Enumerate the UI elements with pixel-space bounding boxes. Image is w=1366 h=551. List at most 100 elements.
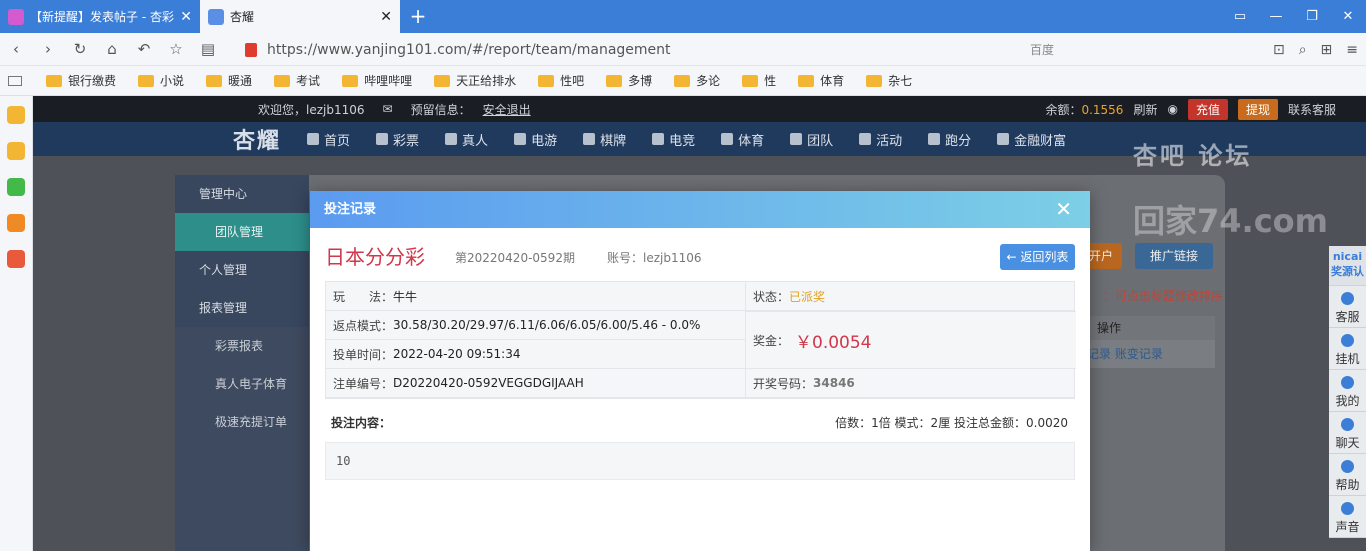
- bookmark-item[interactable]: 多论: [674, 72, 720, 89]
- bookmark-item[interactable]: 性: [742, 72, 776, 89]
- search-icon[interactable]: ⌕: [1299, 42, 1307, 58]
- float-button[interactable]: 帮助: [1329, 454, 1366, 496]
- nav-item[interactable]: 活动: [859, 130, 902, 149]
- apps-icon[interactable]: ⊞: [1321, 42, 1333, 58]
- bookmark-item[interactable]: 杂七: [866, 72, 912, 89]
- float-button[interactable]: 客服: [1329, 286, 1366, 328]
- nav-item[interactable]: 电游: [514, 130, 557, 149]
- home-icon[interactable]: ⌂: [96, 40, 128, 58]
- service-link[interactable]: 联系客服: [1288, 101, 1336, 118]
- menu-group-personal[interactable]: 个人管理: [175, 251, 309, 289]
- bookmark-item[interactable]: 体育: [798, 72, 844, 89]
- top-info-bar: 欢迎您，lezjb1106 ✉ 预留信息： 安全退出 余额：0.1556 刷新 …: [33, 96, 1366, 122]
- crop-icon[interactable]: ⊡: [1273, 42, 1285, 58]
- mail-icon[interactable]: ✉: [383, 102, 393, 116]
- menu-item-live-report[interactable]: 真人电子体育: [175, 365, 309, 403]
- menu-group-management[interactable]: 管理中心: [175, 175, 309, 213]
- nav-item[interactable]: 棋牌: [583, 130, 626, 149]
- promo-link-button[interactable]: 推广链接: [1135, 243, 1213, 269]
- order-label: 注单编号：: [333, 376, 394, 391]
- nav-item[interactable]: 彩票: [376, 130, 419, 149]
- tab-list-icon[interactable]: ▭: [1222, 0, 1258, 33]
- float-button[interactable]: 声音: [1329, 496, 1366, 538]
- bookmark-item[interactable]: 暖通: [206, 72, 252, 89]
- lock-icon: [245, 42, 257, 57]
- bookmark-label: 考试: [296, 74, 321, 88]
- forward-icon[interactable]: ›: [32, 40, 64, 58]
- window-close-icon[interactable]: ✕: [1330, 0, 1366, 33]
- close-icon[interactable]: ✕: [180, 9, 192, 25]
- reload-icon[interactable]: ↻: [64, 40, 96, 58]
- tab-forum[interactable]: 【新提醒】发表帖子 - 杏彩 ✕: [0, 0, 200, 33]
- nav-item[interactable]: 电竞: [652, 130, 695, 149]
- float-icon: [1341, 334, 1354, 347]
- nav-item[interactable]: 首页: [307, 130, 350, 149]
- bookmark-item[interactable]: 小说: [138, 72, 184, 89]
- nav-item[interactable]: 真人: [445, 130, 488, 149]
- face-icon[interactable]: [7, 178, 25, 196]
- charge-button[interactable]: 充值: [1187, 98, 1228, 120]
- bookmark-item[interactable]: 哔哩哔哩: [342, 72, 412, 89]
- reader-icon[interactable]: ▤: [192, 40, 224, 58]
- star-icon[interactable]: ☆: [160, 40, 192, 58]
- float-icon: [1341, 418, 1354, 431]
- menu-item-lottery-report[interactable]: 彩票报表: [175, 327, 309, 365]
- nav-icon: [652, 133, 665, 145]
- float-button[interactable]: 聊天: [1329, 412, 1366, 454]
- bookmark-item[interactable]: 银行缴费: [46, 72, 116, 89]
- float-label: 聊天: [1335, 436, 1360, 450]
- bookmark-label: 暖通: [228, 74, 253, 88]
- nicai-badge[interactable]: nicai 奖源认: [1329, 246, 1366, 286]
- sidebar-toggle-icon[interactable]: [8, 75, 22, 86]
- win-number-label: 开奖号码：: [753, 376, 814, 391]
- float-icon: [1341, 292, 1354, 305]
- bookmark-item[interactable]: 考试: [274, 72, 320, 89]
- play-value: 牛牛: [393, 289, 418, 304]
- eye-icon[interactable]: ◉: [1167, 102, 1177, 116]
- nav-label: 电竞: [669, 133, 696, 149]
- table-row[interactable]: 记录 账变记录: [1075, 340, 1215, 368]
- nav-item[interactable]: 体育: [721, 130, 764, 149]
- float-button[interactable]: 挂机: [1329, 328, 1366, 370]
- refresh-link[interactable]: 刷新: [1133, 101, 1157, 118]
- back-icon[interactable]: ‹: [0, 40, 32, 58]
- nav-item[interactable]: 团队: [790, 130, 833, 149]
- close-icon[interactable]: ✕: [1055, 191, 1072, 228]
- bookmark-item[interactable]: 天正给排水: [434, 72, 516, 89]
- nav-item[interactable]: 跑分: [928, 130, 971, 149]
- game-name: 日本分分彩: [325, 245, 425, 269]
- maximize-icon[interactable]: ❐: [1294, 0, 1330, 33]
- new-tab-button[interactable]: +: [400, 0, 436, 33]
- watermark-domain: 回家74.com: [1133, 202, 1328, 240]
- weibo-icon[interactable]: [7, 250, 25, 268]
- nav-icon: [790, 133, 803, 145]
- order-value: D20220420-0592VEGGDGIJAAH: [393, 376, 584, 390]
- tab-title: 【新提醒】发表帖子 - 杏彩: [30, 10, 174, 24]
- search-field[interactable]: 百度: [1030, 41, 1054, 58]
- float-button[interactable]: 我的: [1329, 370, 1366, 412]
- bookmark-label: 小说: [160, 74, 185, 88]
- url-field[interactable]: https://www.yanjing101.com/#/report/team…: [245, 33, 671, 66]
- undo-icon[interactable]: ↶: [128, 40, 160, 58]
- favorites-icon[interactable]: [7, 106, 25, 124]
- back-to-list-button[interactable]: ← 返回列表: [1000, 244, 1075, 270]
- site-logo[interactable]: 杏耀: [233, 123, 281, 155]
- nav-icon: [514, 133, 527, 145]
- minimize-icon[interactable]: —: [1258, 0, 1294, 33]
- menu-item-team[interactable]: 团队管理: [175, 213, 309, 251]
- nav-item[interactable]: 金融财富: [997, 130, 1066, 149]
- rss-icon[interactable]: [7, 214, 25, 232]
- tab-xingyao[interactable]: 杏耀 ✕: [200, 0, 400, 33]
- menu-item-fast-orders[interactable]: 极速充提订单: [175, 403, 309, 441]
- withdraw-button[interactable]: 提现: [1237, 98, 1278, 120]
- logout-link[interactable]: 安全退出: [483, 101, 531, 118]
- bookmark-item[interactable]: 多博: [606, 72, 652, 89]
- bookmark-item[interactable]: 性吧: [538, 72, 584, 89]
- folder-icon: [274, 74, 291, 87]
- menu-group-reports[interactable]: 报表管理: [175, 289, 309, 327]
- float-label: 挂机: [1335, 352, 1360, 366]
- sort-hint: ：可点击标题修改排序: [1103, 289, 1224, 303]
- notes-icon[interactable]: [7, 142, 25, 160]
- menu-icon[interactable]: ≡: [1346, 42, 1358, 58]
- close-icon[interactable]: ✕: [380, 9, 392, 25]
